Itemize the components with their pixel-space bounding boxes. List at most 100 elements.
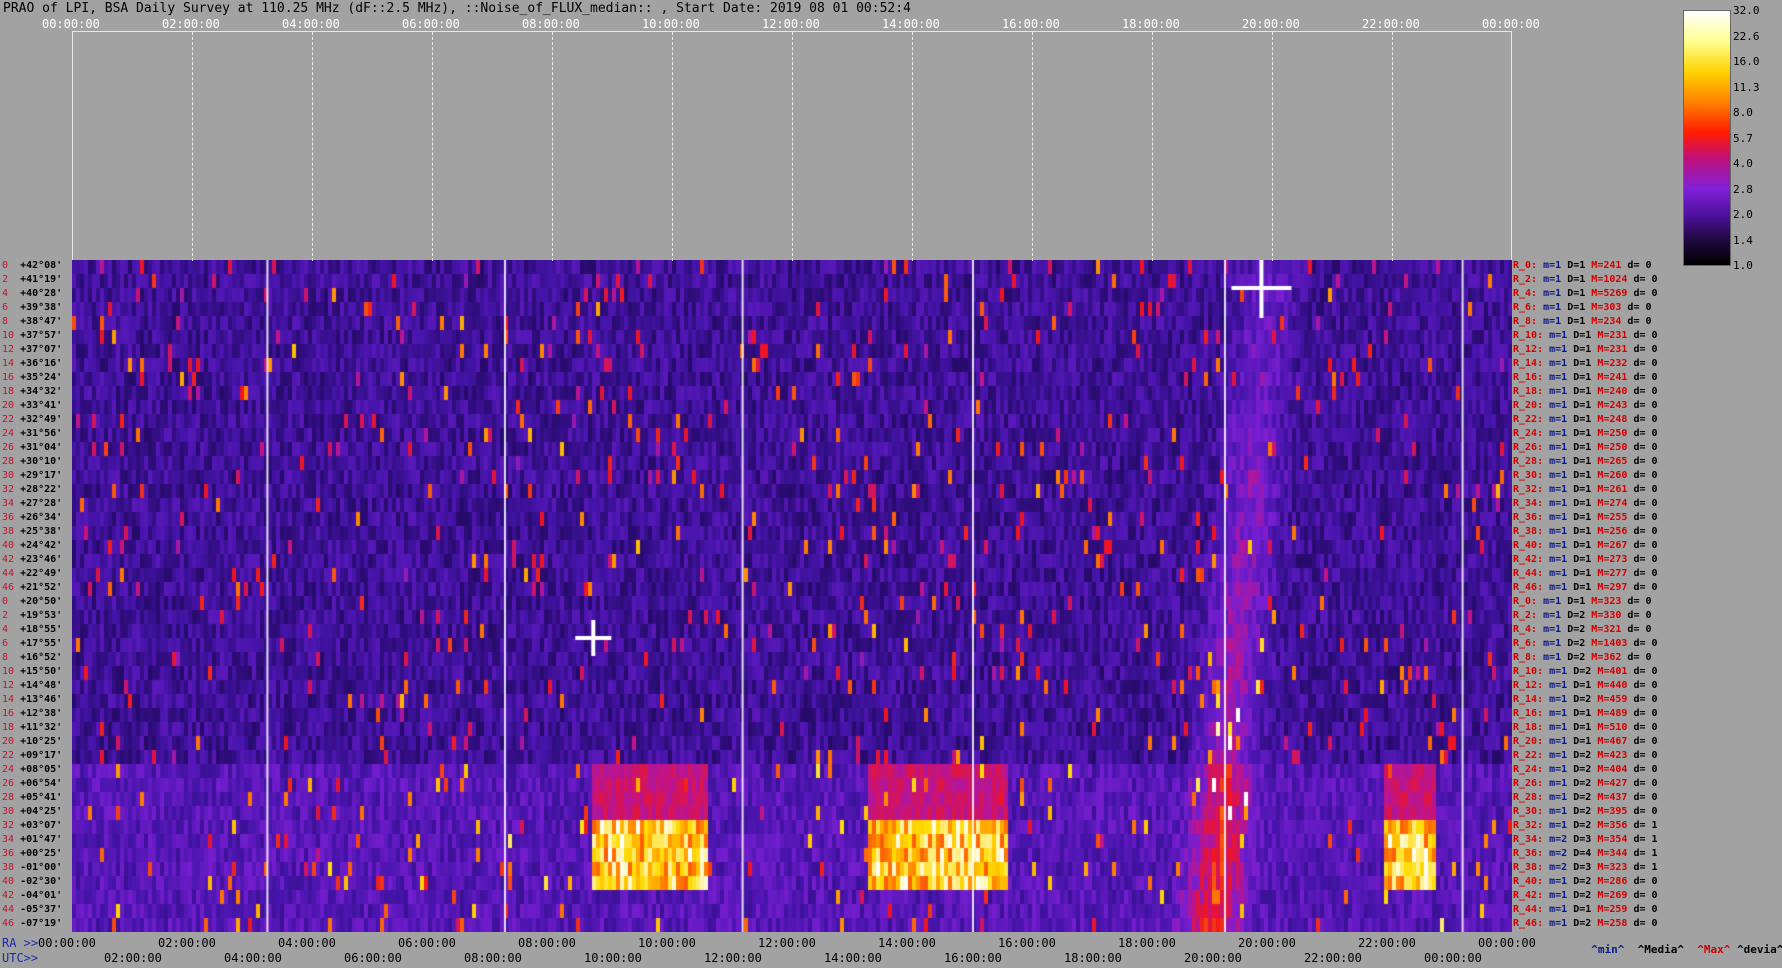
survey-chart: { "title": "PRAO of LPI, BSA Daily Surve… <box>0 0 1782 968</box>
stat-field: M=250 <box>1591 442 1628 453</box>
declination-label: 2 +41°19' <box>2 275 62 285</box>
stat-field: d= 0 <box>1627 890 1658 901</box>
declination-value: +29°17' <box>20 470 63 481</box>
declination-label: 4 +40°28' <box>2 289 62 299</box>
stat-field: M=423 <box>1591 750 1628 761</box>
declination-label: 44 -05°37' <box>2 905 62 915</box>
declination-label: 12 +37°07' <box>2 345 62 355</box>
stat-field: d= 1 <box>1627 834 1658 845</box>
row-stat: R_36: m=2 D=4 M=344 d= 1 <box>1513 849 1658 859</box>
stat-field: R_10: <box>1513 330 1544 341</box>
stat-field: d= 0 <box>1627 638 1658 649</box>
stat-field: d= 0 <box>1627 386 1658 397</box>
stat-field: R_4: <box>1513 288 1538 299</box>
stat-field: M=303 <box>1585 302 1622 313</box>
stat-field: R_30: <box>1513 470 1544 481</box>
stat-field: m=1 <box>1543 498 1568 509</box>
stat-field: R_42: <box>1513 890 1544 901</box>
stat-field: D=1 <box>1567 904 1592 915</box>
row-number: 18 <box>2 722 21 733</box>
stat-field: m=1 <box>1537 274 1562 285</box>
declination-value: +21°52' <box>20 582 63 593</box>
ra-tick: 04:00:00 <box>278 936 336 950</box>
stat-field: D=1 <box>1561 596 1586 607</box>
top-tick-label: 06:00:00 <box>402 17 460 31</box>
stat-field: m=1 <box>1543 456 1568 467</box>
declination-value: +15°50' <box>20 666 63 677</box>
stat-field: d= 0 <box>1627 330 1658 341</box>
declination-label: 30 +29°17' <box>2 471 62 481</box>
stat-field: M=267 <box>1591 540 1628 551</box>
legend-min: ^min^ <box>1591 943 1625 956</box>
stat-field: R_40: <box>1513 540 1544 551</box>
declination-value: -04°01' <box>20 890 63 901</box>
stat-field: m=2 <box>1543 848 1568 859</box>
stat-field: m=1 <box>1543 904 1568 915</box>
row-number: 28 <box>2 792 21 803</box>
stat-field: m=1 <box>1543 890 1568 901</box>
colorbar-tick: 1.0 <box>1733 259 1753 272</box>
row-number: 22 <box>2 414 21 425</box>
stat-field: m=1 <box>1543 428 1568 439</box>
row-number: 20 <box>2 736 21 747</box>
stat-field: R_44: <box>1513 904 1544 915</box>
stat-field: R_20: <box>1513 400 1544 411</box>
top-tick-label: 12:00:00 <box>762 17 820 31</box>
declination-label: 14 +36°16' <box>2 359 62 369</box>
stat-field: m=1 <box>1543 554 1568 565</box>
stat-field: m=1 <box>1537 624 1562 635</box>
declination-label: 2 +19°53' <box>2 611 62 621</box>
stat-field: D=1 <box>1567 456 1592 467</box>
row-stat: R_22: m=1 D=2 M=423 d= 0 <box>1513 751 1658 761</box>
colorbar-tick: 4.0 <box>1733 157 1753 170</box>
row-stat: R_14: m=1 D=2 M=459 d= 0 <box>1513 695 1658 705</box>
stat-field: d= 0 <box>1627 666 1658 677</box>
row-stat: R_42: m=1 D=1 M=273 d= 0 <box>1513 555 1658 565</box>
stat-field: d= 0 <box>1627 526 1658 537</box>
utc-tick: 16:00:00 <box>944 951 1002 965</box>
row-stat: R_22: m=1 D=1 M=248 d= 0 <box>1513 415 1658 425</box>
stat-field: M=248 <box>1591 414 1628 425</box>
stat-field: d= 0 <box>1627 778 1658 789</box>
declination-value: -07°19' <box>20 918 63 929</box>
stat-field: M=510 <box>1591 722 1628 733</box>
stat-field: R_18: <box>1513 386 1544 397</box>
stat-field: d= 0 <box>1627 498 1658 509</box>
stat-field: D=1 <box>1567 582 1592 593</box>
row-number: 42 <box>2 554 21 565</box>
stat-field: M=232 <box>1591 358 1628 369</box>
stat-field: m=1 <box>1543 918 1568 929</box>
upper-gridline <box>432 32 433 261</box>
stat-field: m=1 <box>1537 302 1562 313</box>
stat-field: M=489 <box>1591 708 1628 719</box>
declination-value: +35°24' <box>20 372 63 383</box>
declination-value: +12°38' <box>20 708 63 719</box>
row-number: 14 <box>2 694 21 705</box>
stat-field: D=2 <box>1567 876 1592 887</box>
declination-label: 4 +18°55' <box>2 625 62 635</box>
stat-field: m=2 <box>1543 834 1568 845</box>
upper-gridline <box>192 32 193 261</box>
stat-field: m=1 <box>1543 386 1568 397</box>
row-stat: R_10: m=1 D=1 M=231 d= 0 <box>1513 331 1658 341</box>
row-number: 12 <box>2 344 21 355</box>
row-number: 40 <box>2 540 21 551</box>
row-stat: R_12: m=1 D=1 M=231 d= 0 <box>1513 345 1658 355</box>
declination-value: +04°25' <box>20 806 63 817</box>
row-stat: R_32: m=1 D=1 M=261 d= 0 <box>1513 485 1658 495</box>
stat-field: M=467 <box>1591 736 1628 747</box>
row-number: 38 <box>2 526 21 537</box>
stat-field: M=274 <box>1591 498 1628 509</box>
declination-label: 26 +31°04' <box>2 443 62 453</box>
upper-gridline <box>1392 32 1393 261</box>
row-stat: R_10: m=1 D=2 M=401 d= 0 <box>1513 667 1658 677</box>
stat-field: M=323 <box>1591 862 1628 873</box>
row-number: 4 <box>2 288 21 299</box>
stat-field: M=356 <box>1591 820 1628 831</box>
stat-field: M=256 <box>1591 526 1628 537</box>
stat-field: M=243 <box>1591 400 1628 411</box>
utc-tick: 08:00:00 <box>464 951 522 965</box>
stat-field: D=1 <box>1567 470 1592 481</box>
stat-field: R_36: <box>1513 512 1544 523</box>
row-number: 2 <box>2 610 21 621</box>
